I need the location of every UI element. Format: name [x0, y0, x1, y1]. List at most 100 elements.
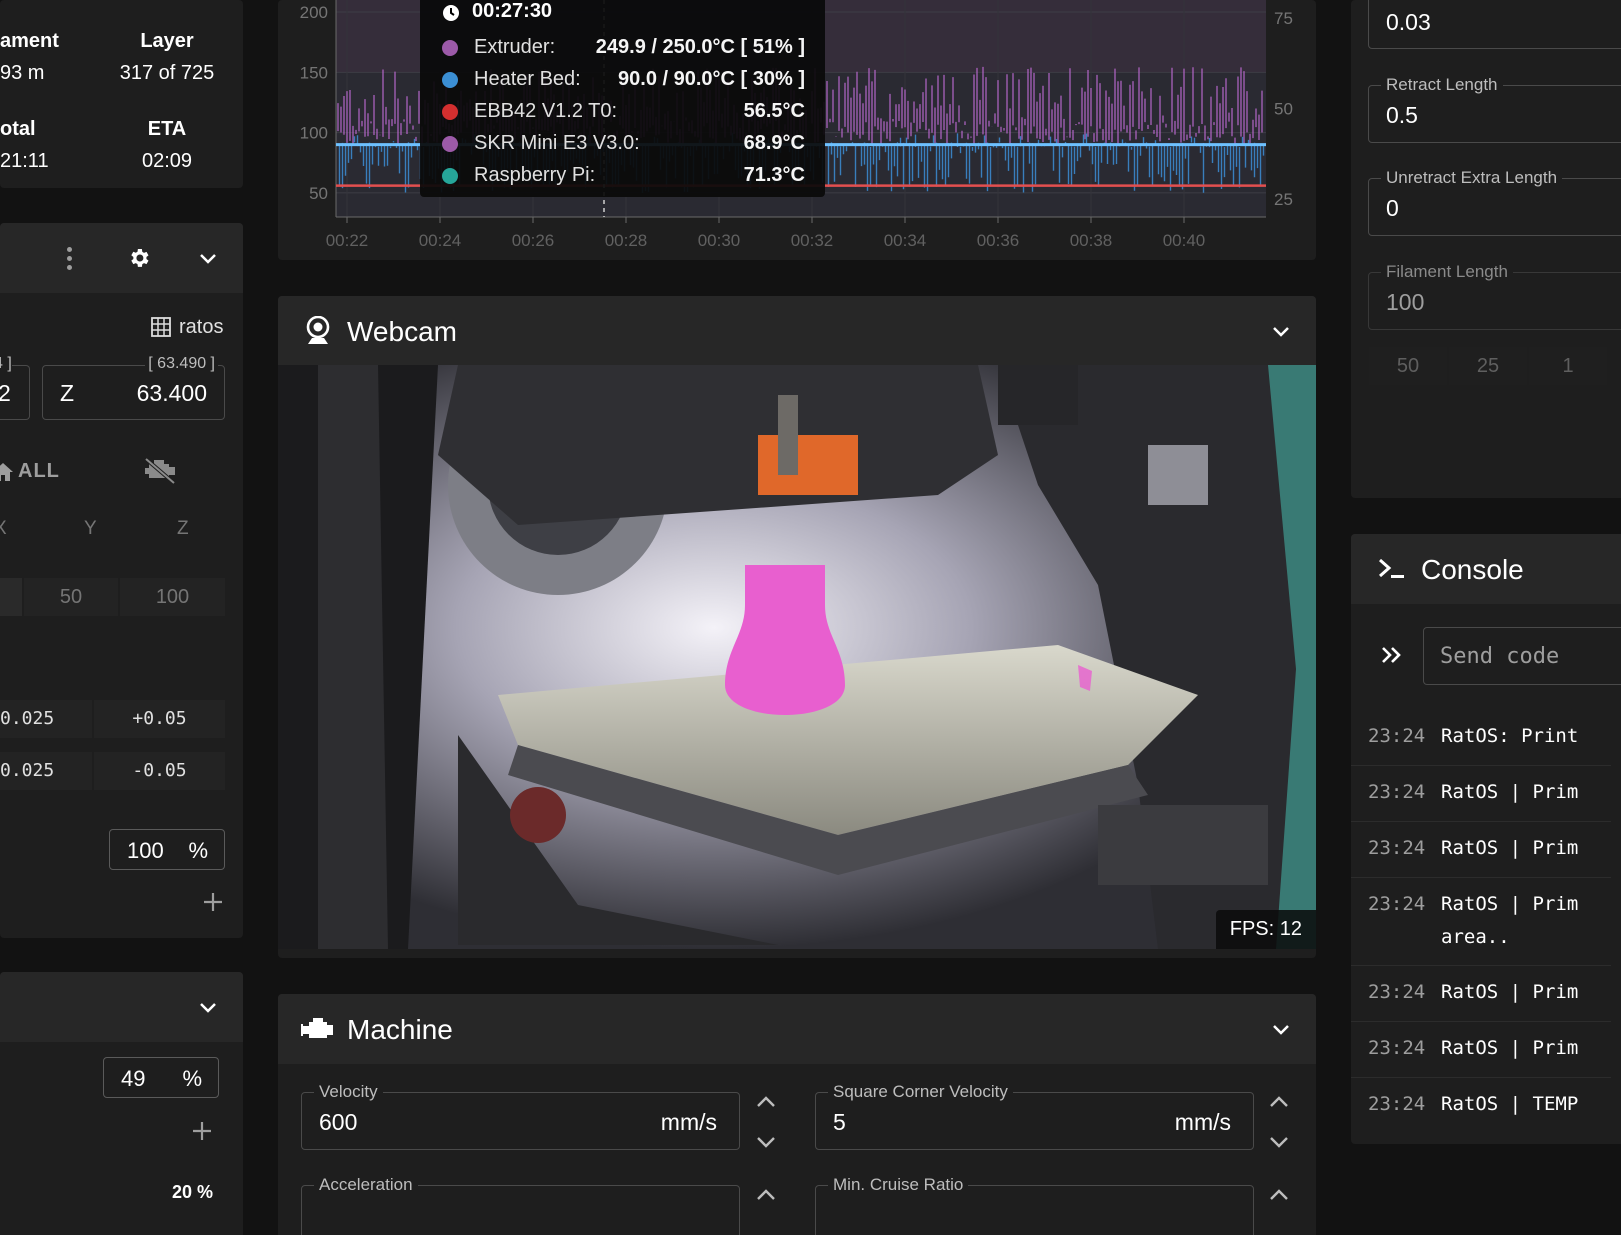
- y-tick-right: 50: [1274, 100, 1293, 119]
- clock-icon: [442, 4, 460, 22]
- zoffset-plus-button[interactable]: +0.05: [94, 700, 225, 738]
- console-card: Console Send code 23:24 RatOS: Print 23:…: [1351, 534, 1621, 1144]
- tooltip-row-ebb42: EBB42 V1.2 T0: 56.5°C: [440, 98, 805, 128]
- eta-value: 02:09: [141, 150, 193, 172]
- macro-button[interactable]: ratos: [179, 316, 223, 339]
- fan-speed-input[interactable]: 49 %: [103, 1057, 219, 1098]
- y-position-field[interactable]: 4 ] 2: [0, 355, 30, 420]
- series-dot: [442, 72, 458, 88]
- webcam-icon: [305, 315, 331, 346]
- console-title: Console: [1421, 554, 1524, 585]
- fans-card: 49 % 20 %: [0, 972, 243, 1235]
- tooltip-row-extruder: Extruder: 249.9 / 250.0°C [ 51% ]: [440, 34, 805, 64]
- y-tick-right: 75: [1274, 9, 1293, 28]
- tooltip-row-skr: SKR Mini E3 V3.0: 68.9°C: [440, 130, 805, 160]
- step-100-button[interactable]: 100: [120, 578, 225, 616]
- pressure-advance-field[interactable]: 0.03: [1368, 0, 1621, 49]
- console-line: 23:24 RatOS: Print: [1351, 710, 1611, 766]
- extrude-step-25[interactable]: 25: [1449, 347, 1527, 385]
- x-tick-label: 00:40: [1163, 231, 1206, 250]
- z-axis-label: Z: [60, 380, 75, 406]
- y-tick-left: 100: [300, 124, 328, 143]
- chevron-down-icon[interactable]: [196, 246, 220, 270]
- webcam-stream[interactable]: FPS: 12: [278, 365, 1316, 949]
- retract-length-field[interactable]: Retract Length 0.5: [1368, 75, 1621, 143]
- series-dot: [442, 136, 458, 152]
- y-tick-left: 50: [309, 184, 328, 203]
- machine-card: Machine Velocity 600 mm/s Square Corner …: [278, 994, 1316, 1235]
- velocity-decrease-icon[interactable]: [751, 1127, 781, 1157]
- double-chevron-icon[interactable]: [1379, 642, 1405, 668]
- motors-off-icon[interactable]: [143, 457, 177, 485]
- scv-increase-icon[interactable]: [1264, 1087, 1294, 1117]
- webcam-card: Webcam FPS: 12: [278, 296, 1316, 958]
- y-tick-left: 150: [300, 63, 328, 82]
- x-tick-label: 00:34: [884, 231, 927, 250]
- console-line: 23:24 RatOS | Prim: [1351, 1022, 1611, 1078]
- square-corner-velocity-field[interactable]: Square Corner Velocity 5 mm/s: [815, 1082, 1254, 1150]
- machine-header: Machine: [278, 994, 1316, 1064]
- console-line: 23:24 RatOS | Prim: [1351, 766, 1611, 822]
- step-50-button[interactable]: 50: [24, 578, 118, 616]
- acceleration-field[interactable]: Acceleration: [301, 1175, 740, 1235]
- x-tick-label: 00:24: [419, 231, 462, 250]
- eta-label: ETA: [147, 118, 187, 140]
- fan-bottom-value: 20 %: [172, 1182, 214, 1202]
- fps-badge: FPS: 12: [1215, 910, 1316, 949]
- velocity-increase-icon[interactable]: [751, 1087, 781, 1117]
- axis-z-label: Z: [177, 518, 189, 539]
- z-bracket-value: [ 63.490 ]: [145, 355, 218, 373]
- more-vert-icon[interactable]: [64, 245, 74, 273]
- axis-y-label: Y: [84, 518, 97, 539]
- tooltip-row-heater-bed: Heater Bed: 90.0 / 90.0°C [ 30% ]: [440, 66, 805, 96]
- toolhead-card: ratos 4 ] 2 [ 63.490 ] Z 63.400 ALL X Y …: [0, 223, 243, 938]
- axis-x-label: X: [0, 518, 7, 539]
- total-value: 21:11: [0, 150, 49, 172]
- filament-label: ament: [0, 30, 59, 52]
- extrude-step-50[interactable]: 50: [1369, 347, 1447, 385]
- zoffset-minus-small-2[interactable]: 0.025: [0, 752, 92, 790]
- z-position-field[interactable]: [ 63.490 ] Z 63.400: [42, 355, 225, 420]
- fans-header: [0, 972, 243, 1042]
- layer-label: Layer: [140, 30, 194, 52]
- plus-icon[interactable]: [191, 1120, 213, 1142]
- extrude-step-1[interactable]: 1: [1529, 347, 1607, 385]
- x-tick-label: 00:32: [791, 231, 834, 250]
- unretract-extra-length-field[interactable]: Unretract Extra Length 0: [1368, 168, 1621, 236]
- x-tick-label: 00:30: [698, 231, 741, 250]
- home-icon: [0, 461, 14, 483]
- filament-length-field[interactable]: Filament Length 100: [1368, 262, 1621, 330]
- x-tick-label: 00:22: [326, 231, 369, 250]
- machine-title: Machine: [347, 1014, 453, 1045]
- console-line: 23:24 RatOS | Prim: [1351, 966, 1611, 1022]
- mcr-increase-icon[interactable]: [1264, 1180, 1294, 1210]
- velocity-field[interactable]: Velocity 600 mm/s: [301, 1082, 740, 1150]
- step-cell-prev[interactable]: [0, 578, 22, 616]
- chevron-down-icon[interactable]: [1269, 319, 1293, 343]
- webcam-title: Webcam: [347, 316, 457, 347]
- console-input[interactable]: Send code: [1423, 627, 1621, 685]
- chevron-down-icon[interactable]: [1269, 1017, 1293, 1041]
- plus-icon[interactable]: [202, 891, 224, 913]
- min-cruise-ratio-field[interactable]: Min. Cruise Ratio: [815, 1175, 1254, 1235]
- x-tick-label: 00:38: [1070, 231, 1113, 250]
- home-all-button[interactable]: ALL: [0, 459, 72, 489]
- x-tick-label: 00:26: [512, 231, 555, 250]
- pressure-advance-value: 0.03: [1386, 9, 1431, 35]
- print-status-card: ament 93 m Layer 317 of 725 otal 21:11 E…: [0, 0, 243, 188]
- speed-factor-input[interactable]: 100 %: [109, 829, 225, 870]
- chevron-down-icon[interactable]: [196, 995, 220, 1019]
- zoffset-minus-button[interactable]: -0.05: [94, 752, 225, 790]
- series-dot: [442, 168, 458, 184]
- console-log: 23:24 RatOS: Print 23:24 RatOS | Prim 23…: [1351, 710, 1621, 1144]
- gear-icon[interactable]: [127, 246, 151, 270]
- acceleration-increase-icon[interactable]: [751, 1180, 781, 1210]
- y-tick-left: 200: [300, 3, 328, 22]
- scv-decrease-icon[interactable]: [1264, 1127, 1294, 1157]
- console-icon: [1377, 556, 1407, 582]
- y-tick-right: 25: [1274, 190, 1293, 209]
- zoffset-minus-small[interactable]: 0.025: [0, 700, 92, 738]
- total-label: otal: [0, 118, 36, 140]
- console-line: 23:24 RatOS | Prim area..: [1351, 878, 1611, 966]
- console-line: 23:24 RatOS | Prim: [1351, 822, 1611, 878]
